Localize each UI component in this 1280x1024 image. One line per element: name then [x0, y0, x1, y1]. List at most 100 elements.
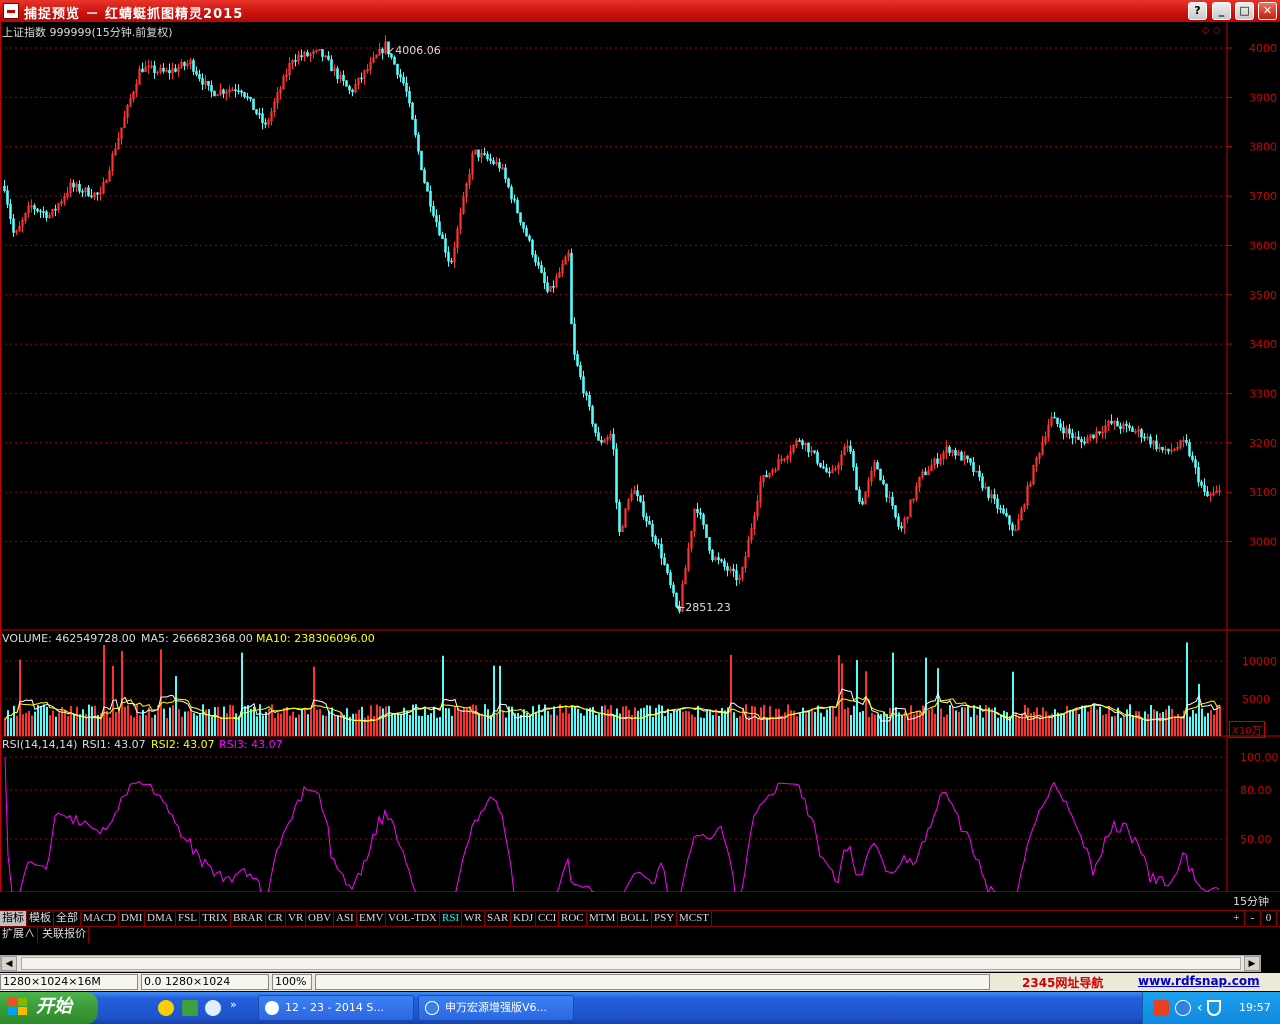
volume-bar: [952, 706, 954, 736]
volume-bar: [214, 707, 216, 736]
tab-roc[interactable]: ROC: [559, 911, 587, 927]
task-button-2[interactable]: 申万宏源增强版V6...: [418, 995, 574, 1021]
tab-rsi[interactable]: RSI: [440, 911, 463, 927]
volume-bar: [823, 716, 825, 736]
tab-obv[interactable]: OBV: [306, 911, 335, 927]
volume-bar: [1168, 705, 1170, 736]
tab-mcst[interactable]: MCST: [677, 911, 712, 927]
volume-bar: [433, 706, 435, 736]
row2-tab-0[interactable]: 扩展∧: [0, 927, 38, 943]
candle-body: [444, 238, 447, 253]
tab-sar[interactable]: SAR: [485, 911, 512, 927]
volume-bar: [601, 706, 603, 736]
volume-bar: [982, 717, 984, 736]
candle-body: [1194, 459, 1197, 468]
tab-kdj[interactable]: KDJ: [511, 911, 537, 927]
close-button[interactable]: ✕: [1258, 2, 1277, 20]
candle-body: [1077, 436, 1080, 440]
tab-vr[interactable]: VR: [286, 911, 307, 927]
quicklaunch-more-icon[interactable]: »: [230, 998, 237, 1011]
tab-control-2[interactable]: 0: [1261, 911, 1277, 927]
tab-dmi[interactable]: DMI: [119, 911, 146, 927]
chart-area[interactable]: 4000 3900 3800 3700 3600 3500 3400 3300 3200 3100…: [0, 22, 1280, 908]
corner-marks: ◇ ◇: [1202, 25, 1221, 36]
tab-模板[interactable]: 模板: [27, 911, 54, 927]
candle-body: [1005, 512, 1008, 517]
quicklaunch-browser-icon[interactable]: [205, 1000, 221, 1016]
volume-bar: [1000, 715, 1002, 736]
candle-body: [87, 187, 90, 197]
volume-bar: [1153, 709, 1155, 736]
volume-bar: [1063, 713, 1065, 736]
tab-vol-tdx[interactable]: VOL-TDX: [386, 911, 440, 927]
volume-bar: [706, 711, 708, 736]
tab-trix[interactable]: TRIX: [200, 911, 231, 927]
volume-bar: [328, 710, 330, 736]
tab-mtm[interactable]: MTM: [587, 911, 619, 927]
tab-fsl[interactable]: FSL: [176, 911, 200, 927]
help-button[interactable]: ?: [1188, 2, 1207, 20]
maximize-button[interactable]: □: [1235, 2, 1254, 20]
volume-bar: [1207, 712, 1209, 736]
volume-bar: [1165, 709, 1167, 736]
tab-全部[interactable]: 全部: [54, 911, 81, 927]
quicklaunch-icon-2[interactable]: [182, 1000, 198, 1016]
candle-body: [381, 48, 384, 54]
minimize-button[interactable]: _: [1212, 2, 1231, 20]
tab-emv[interactable]: EMV: [357, 911, 387, 927]
chart-canvas[interactable]: 4000 3900 3800 3700 3600 3500 3400 3300 3200 3100…: [0, 22, 1280, 892]
scroll-thumb[interactable]: [21, 957, 1241, 970]
candle-body: [504, 167, 507, 180]
volume-bar: [1114, 715, 1116, 736]
candle-body: [948, 446, 951, 453]
tab-wr[interactable]: WR: [462, 911, 485, 927]
candle-body: [1200, 481, 1203, 486]
candle-body: [1161, 446, 1164, 451]
tab-cci[interactable]: CCI: [536, 911, 560, 927]
volume-bar: [571, 706, 573, 736]
volume-bar: [781, 715, 783, 736]
volume-bar: [784, 712, 786, 736]
candle-body: [234, 89, 237, 92]
candle-body: [894, 505, 897, 518]
horizontal-scrollbar[interactable]: ◀ ▶: [0, 955, 1261, 972]
candle-body: [1191, 455, 1194, 460]
tab-指标[interactable]: 指标: [0, 911, 27, 927]
tab-psy[interactable]: PSY: [652, 911, 678, 927]
volume-bar: [1075, 708, 1077, 736]
back-arrow-icon[interactable]: ‹: [1197, 1000, 1203, 1016]
scroll-left-arrow[interactable]: ◀: [1, 956, 17, 971]
quicklaunch-icon-1[interactable]: [158, 1000, 174, 1016]
link-2345[interactable]: 2345网址导航: [1022, 974, 1103, 991]
volume-bar: [808, 711, 810, 736]
tab-dma[interactable]: DMA: [145, 911, 176, 927]
link-rdfsnap[interactable]: www.rdfsnap.com: [1138, 974, 1260, 988]
tab-control-0[interactable]: +: [1229, 911, 1245, 927]
volume-bar: [1159, 713, 1161, 736]
shield-icon[interactable]: [1207, 1000, 1221, 1016]
volume-bar: [685, 710, 687, 736]
tab-asi[interactable]: ASI: [334, 911, 357, 927]
candle-body: [960, 451, 963, 461]
volume-bar: [517, 713, 519, 736]
scroll-right-arrow[interactable]: ▶: [1244, 956, 1260, 971]
volume-bar: [1060, 713, 1062, 736]
tab-macd[interactable]: MACD: [81, 911, 120, 927]
volume-bar: [946, 714, 948, 736]
task-button-1[interactable]: 12 - 23 - 2014 S...: [258, 995, 414, 1021]
row2-tab-1[interactable]: 关联报价: [40, 927, 89, 943]
tab-boll[interactable]: BOLL: [618, 911, 652, 927]
tab-cr[interactable]: CR: [266, 911, 286, 927]
tab-control-1[interactable]: -: [1245, 911, 1261, 927]
volume-bar: [292, 711, 294, 736]
volume-bar: [160, 649, 162, 736]
volume-bar: [1099, 706, 1101, 736]
price-tick-label: 3900: [1249, 91, 1277, 104]
network-icon[interactable]: [1175, 1000, 1191, 1016]
sogou-icon[interactable]: [1153, 1000, 1169, 1016]
volume-bar: [1081, 705, 1083, 736]
start-button[interactable]: 开始: [0, 992, 98, 1024]
tab-brar[interactable]: BRAR: [231, 911, 266, 927]
candle-body: [828, 471, 831, 474]
rsi-tick-label: 50.00: [1240, 833, 1272, 846]
